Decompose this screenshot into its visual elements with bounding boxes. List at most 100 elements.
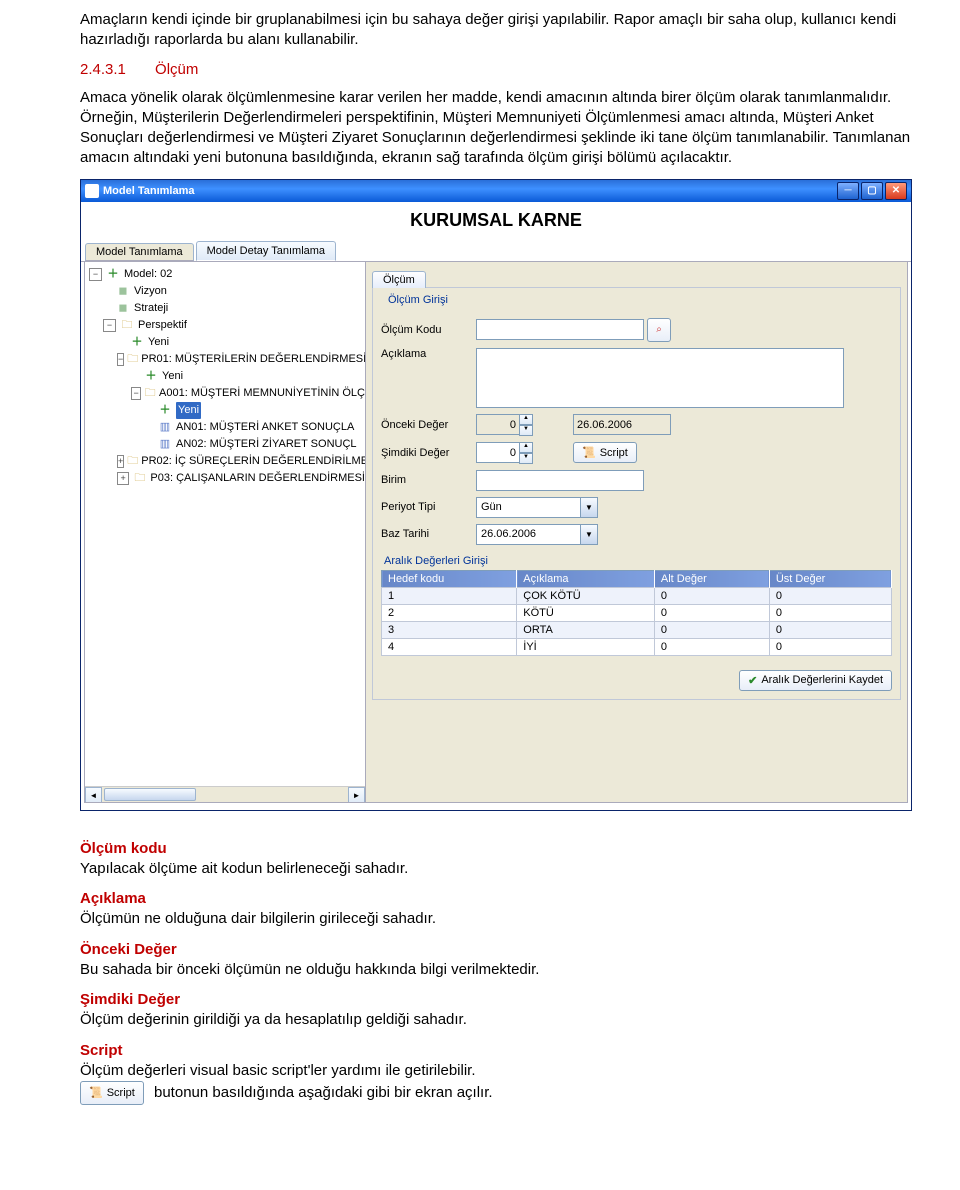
tree-pane: − Model: 02 Vizyon Strateji − Perspektif Y… bbox=[85, 262, 366, 802]
tab-model-detay[interactable]: Model Detay Tanımlama bbox=[196, 241, 336, 261]
folder-icon bbox=[144, 386, 156, 400]
tree-node[interactable]: PR01: MÜŞTERİLERİN DEĞERLENDİRMESİ bbox=[141, 351, 366, 368]
tree-hscrollbar[interactable]: ◄ ► bbox=[85, 786, 365, 802]
maximize-button[interactable]: ▢ bbox=[861, 182, 883, 200]
input-aciklama[interactable] bbox=[476, 348, 844, 408]
chart-icon bbox=[157, 420, 173, 434]
close-button[interactable]: ✕ bbox=[885, 182, 907, 200]
aralik-grid[interactable]: Hedef kodu Açıklama Alt Değer Üst Değer … bbox=[381, 570, 892, 656]
titlebar: Model Tanımlama ─ ▢ ✕ bbox=[81, 180, 911, 202]
tree-expander[interactable]: + bbox=[117, 455, 124, 468]
lookup-button[interactable]: ⌕ bbox=[647, 318, 671, 342]
script-icon: 📜 bbox=[89, 1086, 103, 1101]
save-ranges-button[interactable]: ✔ Aralık Değerlerini Kaydet bbox=[739, 670, 892, 691]
inline-script-button: 📜 Script bbox=[80, 1081, 144, 1105]
def-text: Ölçüm değerleri visual basic script'ler … bbox=[80, 1062, 476, 1079]
section-number: 2.4.3.1 bbox=[80, 61, 126, 78]
tree-node[interactable]: Strateji bbox=[134, 300, 168, 317]
tree-node[interactable]: A001: MÜŞTERİ MEMNUNİYETİNİN ÖLÇ bbox=[159, 385, 365, 402]
cube-icon bbox=[115, 301, 131, 315]
scroll-thumb[interactable] bbox=[104, 788, 196, 801]
folder-icon bbox=[119, 318, 135, 332]
combo-text: 26.06.2006 bbox=[477, 528, 580, 540]
def-title-olcum-kodu: Ölçüm kodu bbox=[80, 840, 167, 857]
form-pane: Ölçüm Ölçüm Girişi Ölçüm Kodu ⌕ Açıklama bbox=[366, 262, 907, 802]
combo-periyot[interactable]: Gün ▼ bbox=[476, 497, 598, 518]
tree-expander[interactable]: + bbox=[117, 472, 129, 485]
label-onceki-deger: Önceki Değer bbox=[381, 419, 476, 431]
tree-node[interactable]: Perspektif bbox=[138, 317, 187, 334]
label-aciklama: Açıklama bbox=[381, 348, 476, 360]
olcum-girisi-group: Ölçüm Girişi Ölçüm Kodu ⌕ Açıklama Öncek… bbox=[372, 287, 901, 700]
def-title-script: Script bbox=[80, 1042, 123, 1059]
table-row[interactable]: 4İYİ00 bbox=[382, 638, 892, 655]
tree-expander[interactable]: − bbox=[117, 353, 124, 366]
input-onceki-deger bbox=[476, 414, 520, 435]
col-hedef-kodu[interactable]: Hedef kodu bbox=[382, 570, 517, 587]
label-baz-tarihi: Baz Tarihi bbox=[381, 528, 476, 540]
cube-icon bbox=[115, 284, 131, 298]
tree-node[interactable]: P03: ÇALIŞANLARIN DEĞERLENDİRMESİ bbox=[150, 470, 365, 487]
chevron-down-icon[interactable]: ▼ bbox=[580, 525, 597, 544]
tab-model-tanimlama[interactable]: Model Tanımlama bbox=[85, 243, 194, 261]
tree-expander[interactable]: − bbox=[131, 387, 141, 400]
check-icon: ✔ bbox=[748, 674, 757, 687]
script-icon: 📜 bbox=[582, 446, 596, 459]
tree-node[interactable]: Model: 02 bbox=[124, 266, 172, 283]
def-text: Ölçümün ne olduğuna dair bilgilerin giri… bbox=[80, 910, 436, 927]
window-title: Model Tanımlama bbox=[99, 185, 835, 197]
group-legend-2: Aralık Değerleri Girişi bbox=[384, 555, 892, 567]
label-simdiki-deger: Şimdiki Değer bbox=[381, 447, 476, 459]
group-legend: Ölçüm Girişi bbox=[384, 294, 452, 306]
section-heading: 2.4.3.1 Ölçüm bbox=[80, 61, 940, 78]
label-olcum-kodu: Ölçüm Kodu bbox=[381, 324, 476, 336]
combo-baz-tarihi[interactable]: 26.06.2006 ▼ bbox=[476, 524, 598, 545]
def-text: Yapılacak ölçüme ait kodun belirleneceği… bbox=[80, 860, 408, 877]
top-tabs: Model Tanımlama Model Detay Tanımlama bbox=[81, 239, 911, 262]
folder-icon bbox=[127, 352, 138, 366]
scroll-left-button[interactable]: ◄ bbox=[85, 787, 102, 802]
def-title-aciklama: Açıklama bbox=[80, 890, 146, 907]
def-text: Bu sahada bir önceki ölçümün ne olduğu h… bbox=[80, 961, 539, 978]
input-birim[interactable] bbox=[476, 470, 644, 491]
input-olcum-kodu[interactable] bbox=[476, 319, 644, 340]
def-text: Ölçüm değerinin girildiği ya da hesaplat… bbox=[80, 1011, 467, 1028]
tree-node[interactable]: AN01: MÜŞTERİ ANKET SONUÇLA bbox=[176, 419, 354, 436]
model-tree[interactable]: − Model: 02 Vizyon Strateji − Perspektif Y… bbox=[85, 262, 365, 487]
spinner[interactable]: ▲▼ bbox=[519, 442, 533, 464]
label-periyot: Periyot Tipi bbox=[381, 501, 476, 513]
tree-node[interactable]: PR02: İÇ SÜREÇLERİN DEĞERLENDİRİLME bbox=[141, 453, 366, 470]
def-title-onceki-deger: Önceki Değer bbox=[80, 941, 177, 958]
col-alt-deger[interactable]: Alt Değer bbox=[654, 570, 769, 587]
label-birim: Birim bbox=[381, 474, 476, 486]
script-button[interactable]: 📜Script bbox=[573, 442, 637, 463]
tree-node[interactable]: AN02: MÜŞTERİ ZİYARET SONUÇL bbox=[176, 436, 357, 453]
scroll-right-button[interactable]: ► bbox=[348, 787, 365, 802]
plus-icon bbox=[129, 335, 145, 349]
table-row[interactable]: 2KÖTÜ00 bbox=[382, 604, 892, 621]
intro-paragraph: Amaçların kendi içinde bir gruplanabilme… bbox=[80, 10, 940, 51]
app-icon bbox=[85, 184, 99, 198]
tree-node[interactable]: Yeni bbox=[148, 334, 169, 351]
input-simdiki-deger[interactable] bbox=[476, 442, 520, 463]
tab-olcum[interactable]: Ölçüm bbox=[372, 271, 426, 288]
tree-node-selected[interactable]: Yeni bbox=[176, 402, 201, 419]
minimize-button[interactable]: ─ bbox=[837, 182, 859, 200]
tree-expander[interactable]: − bbox=[89, 268, 102, 281]
plus-icon bbox=[157, 403, 173, 417]
col-aciklama[interactable]: Açıklama bbox=[517, 570, 655, 587]
tree-node[interactable]: Yeni bbox=[162, 368, 183, 385]
def-text: butonun basıldığında aşağıdaki gibi bir … bbox=[154, 1084, 493, 1101]
folder-icon bbox=[132, 471, 147, 485]
chevron-down-icon[interactable]: ▼ bbox=[580, 498, 597, 517]
table-row[interactable]: 3ORTA00 bbox=[382, 621, 892, 638]
banner-title: KURUMSAL KARNE bbox=[81, 204, 911, 239]
plus-icon bbox=[105, 267, 121, 281]
tree-expander[interactable]: − bbox=[103, 319, 116, 332]
app-window: Model Tanımlama ─ ▢ ✕ KURUMSAL KARNE Mod… bbox=[80, 179, 912, 811]
tree-node[interactable]: Vizyon bbox=[134, 283, 167, 300]
table-row[interactable]: 1ÇOK KÖTÜ00 bbox=[382, 587, 892, 604]
section-paragraph: Amaca yönelik olarak ölçümlenmesine kara… bbox=[80, 88, 940, 169]
section-title: Ölçüm bbox=[155, 61, 198, 78]
col-ust-deger[interactable]: Üst Değer bbox=[769, 570, 891, 587]
